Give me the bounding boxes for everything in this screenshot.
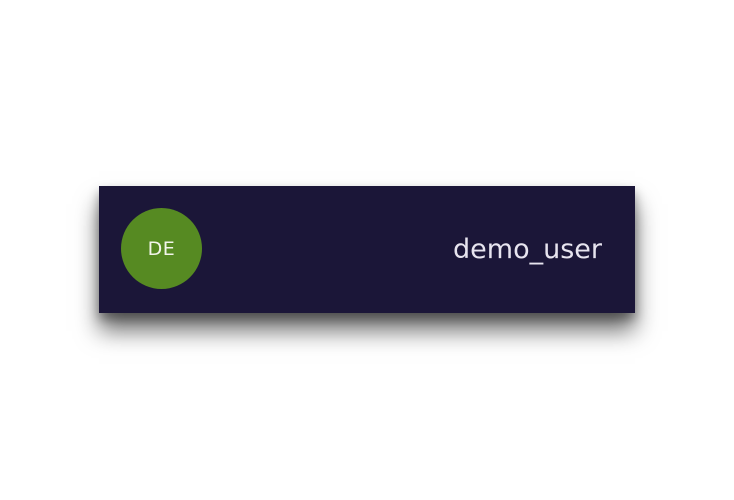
username-label: demo_user (453, 234, 602, 265)
screen: DE demo_user (0, 0, 734, 500)
user-profile-card[interactable]: DE demo_user (99, 186, 635, 313)
avatar: DE (121, 208, 202, 289)
